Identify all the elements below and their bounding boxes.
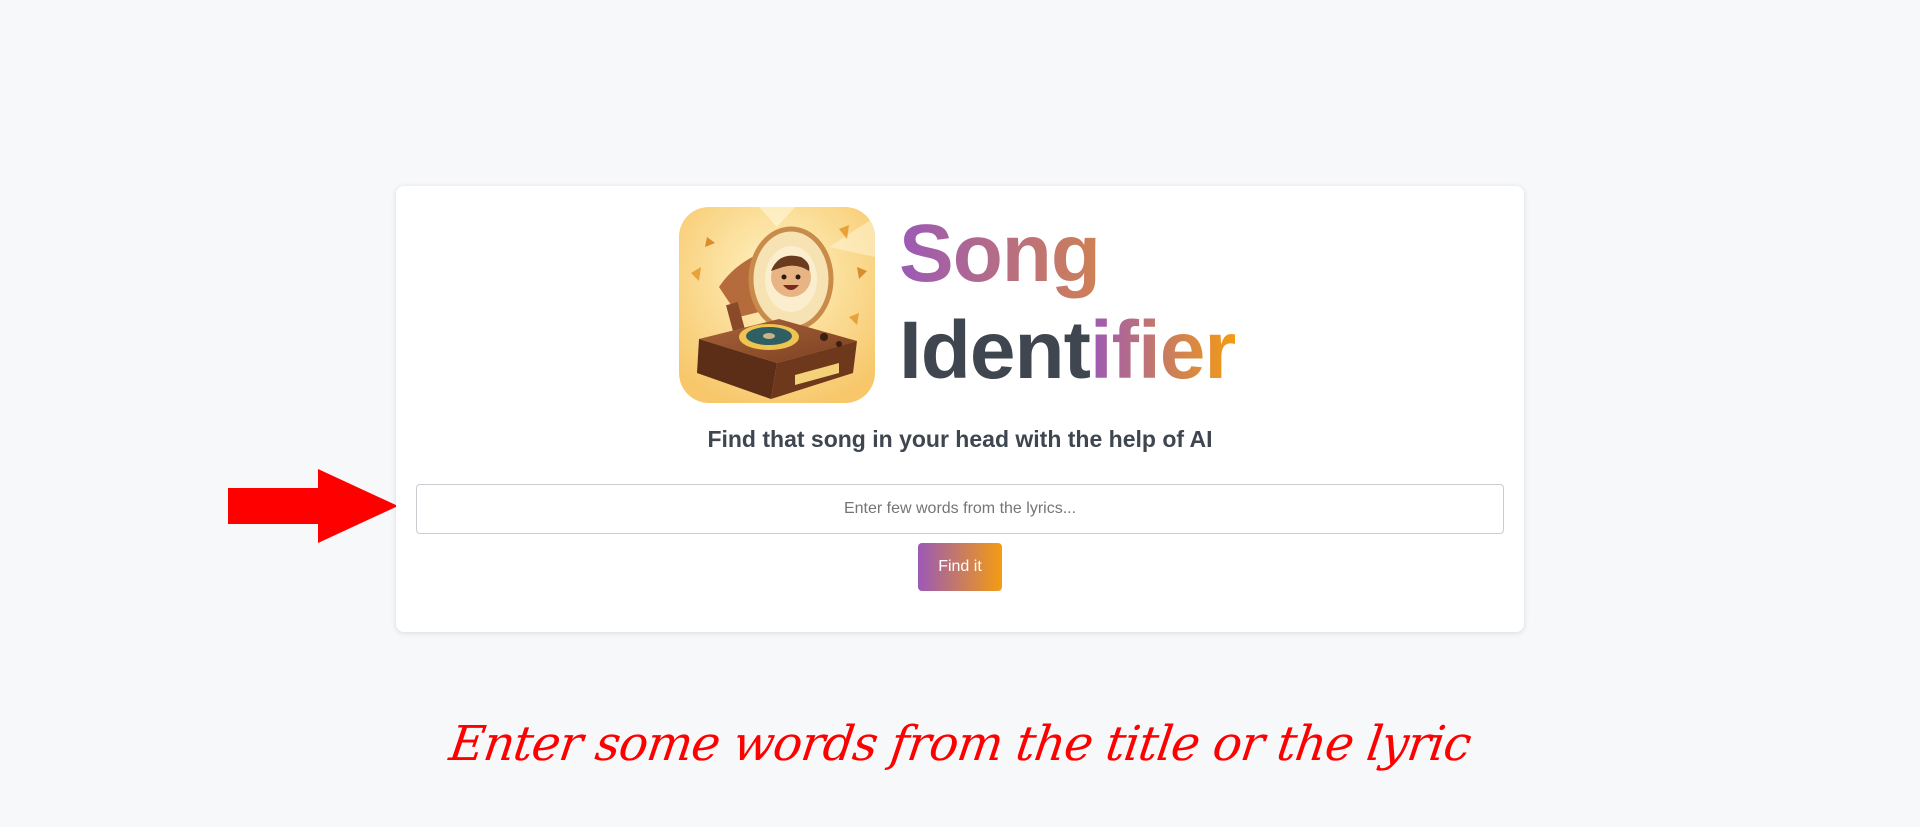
search-card: Song Identifier Find that song in your h… xyxy=(396,186,1524,632)
brand-word-song: Song xyxy=(899,205,1235,302)
brand-word-identifier: Identifier xyxy=(899,302,1236,399)
brand-header: Song Identifier xyxy=(679,205,1236,403)
lyrics-search-input[interactable] xyxy=(416,484,1504,534)
brand-word-identifier-dark: Ident xyxy=(899,305,1091,396)
right-arrow-icon xyxy=(228,469,398,543)
find-it-button[interactable]: Find it xyxy=(918,543,1002,591)
page: Song Identifier Find that song in your h… xyxy=(0,0,1920,827)
brand-title: Song Identifier xyxy=(899,205,1236,399)
gramophone-mascot-icon xyxy=(679,207,875,403)
instruction-hint: Enter some words from the title or the l… xyxy=(446,716,1474,772)
brand-word-identifier-gradient: ifier xyxy=(1089,305,1236,396)
tagline: Find that song in your head with the hel… xyxy=(707,426,1213,452)
